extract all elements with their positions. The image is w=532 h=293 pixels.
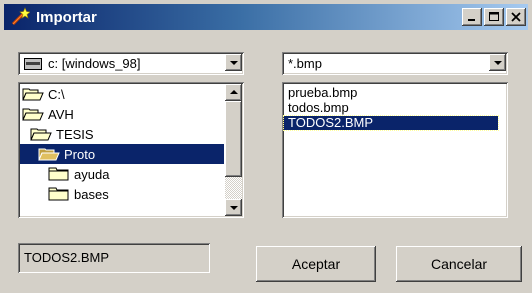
chevron-down-icon xyxy=(230,61,238,65)
drive-dropdown-button[interactable] xyxy=(225,54,242,71)
directory-label: TESIS xyxy=(56,126,94,142)
chevron-down-icon xyxy=(230,206,238,210)
folder-icon xyxy=(48,167,69,181)
chevron-down-icon xyxy=(494,61,502,65)
close-icon xyxy=(511,12,521,22)
maximize-button[interactable] xyxy=(484,8,504,26)
maximize-icon xyxy=(489,12,499,21)
directory-label: Proto xyxy=(64,146,96,162)
drive-select-value: c: [windows_98] xyxy=(48,56,141,71)
directory-item[interactable]: TESIS xyxy=(30,124,222,144)
scroll-up-button[interactable] xyxy=(225,84,242,101)
file-item[interactable]: todos.bmp xyxy=(286,101,351,115)
directory-label: bases xyxy=(74,186,109,202)
directory-item[interactable]: bases xyxy=(48,184,224,204)
open-folder-icon xyxy=(38,148,60,161)
directory-scrollbar[interactable] xyxy=(225,84,242,216)
filename-value: TODOS2.BMP xyxy=(24,250,110,265)
file-type-select[interactable]: *.bmp xyxy=(282,52,508,75)
file-item-selected[interactable]: TODOS2.BMP xyxy=(283,115,499,131)
chevron-up-icon xyxy=(230,90,238,94)
file-list[interactable]: prueba.bmp todos.bmp TODOS2.BMP xyxy=(282,82,508,218)
accept-button[interactable]: Aceptar xyxy=(256,246,376,282)
directory-label: ayuda xyxy=(74,166,110,182)
directory-item[interactable]: C:\ xyxy=(22,84,222,104)
directory-list[interactable]: C:\ AVH TESIS Proto ayuda bases xyxy=(18,82,244,218)
magic-wand-icon xyxy=(10,7,31,27)
open-folder-icon xyxy=(22,88,44,101)
window-title: Importar xyxy=(36,8,97,26)
drive-icon xyxy=(24,58,42,70)
directory-item[interactable]: AVH xyxy=(22,104,222,124)
minimize-icon xyxy=(468,19,475,21)
close-button[interactable] xyxy=(506,8,526,26)
directory-label: C:\ xyxy=(48,86,65,102)
cancel-button[interactable]: Cancelar xyxy=(396,246,522,282)
folder-icon xyxy=(48,187,69,201)
directory-item[interactable]: ayuda xyxy=(48,164,224,184)
filename-display: TODOS2.BMP xyxy=(18,243,210,273)
minimize-button[interactable] xyxy=(462,8,482,26)
file-type-dropdown-button[interactable] xyxy=(489,54,506,71)
directory-item-selected[interactable]: Proto xyxy=(20,144,224,164)
scroll-down-button[interactable] xyxy=(225,199,242,216)
drive-select[interactable]: c: [windows_98] xyxy=(18,52,244,75)
directory-label: AVH xyxy=(48,106,74,122)
open-folder-icon xyxy=(30,128,52,141)
title-bar[interactable]: Importar xyxy=(4,4,528,30)
file-type-value: *.bmp xyxy=(288,56,322,71)
scroll-thumb[interactable] xyxy=(225,101,242,177)
file-item[interactable]: prueba.bmp xyxy=(286,86,359,100)
import-dialog: Importar c: [windows_98] *.bmp C:\ AVH T… xyxy=(0,0,532,293)
open-folder-icon xyxy=(22,108,44,121)
